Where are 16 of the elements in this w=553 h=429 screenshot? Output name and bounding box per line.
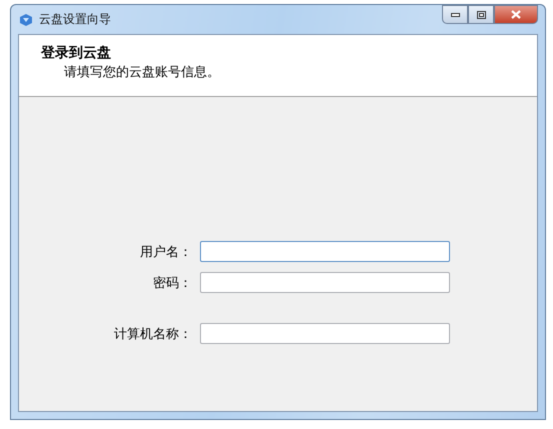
window-title: 云盘设置向导 [39,11,111,28]
close-button[interactable] [494,5,538,24]
page-subtitle: 请填写您的云盘账号信息。 [63,64,221,81]
cloud-app-icon [19,12,33,26]
close-icon [511,10,521,19]
field-label: 密码： [152,274,193,292]
maximize-button[interactable] [468,5,494,24]
input-field[interactable] [200,323,450,344]
input-field[interactable] [200,272,450,293]
field-label: 计算机名称： [113,326,193,342]
maximize-icon [476,10,486,18]
input-field[interactable] [200,241,450,262]
page-title: 登录到云盘 [41,44,112,62]
field-label: 用户名： [139,244,193,260]
minimize-button[interactable] [442,5,468,24]
minimize-icon [450,12,460,16]
